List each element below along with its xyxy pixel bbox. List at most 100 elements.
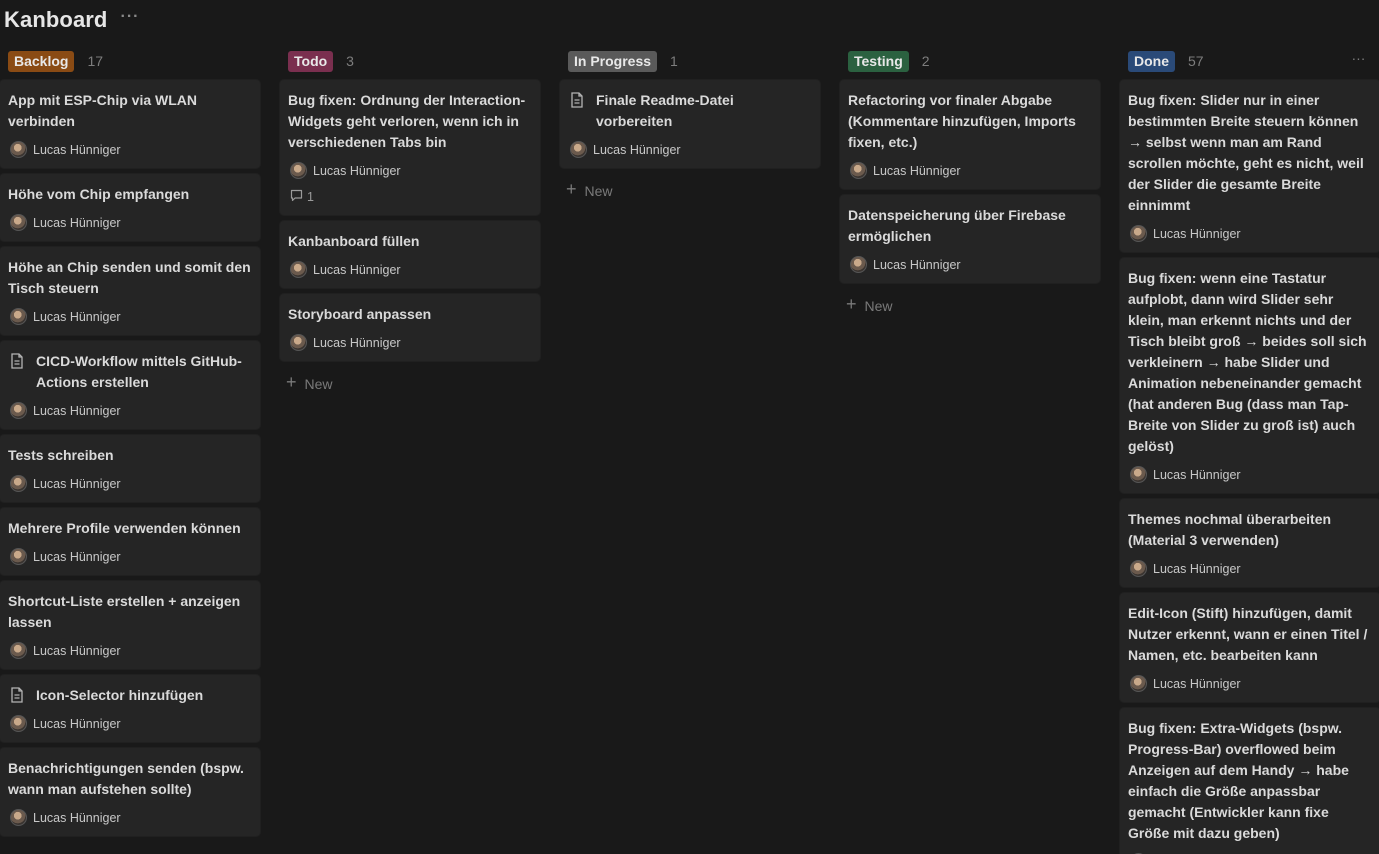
kanban-card[interactable]: Storyboard anpassen Lucas Hünniger (280, 294, 540, 361)
column-status-tag[interactable]: In Progress (568, 50, 658, 72)
assignee-name: Lucas Hünniger (593, 142, 681, 157)
card-title-row: Höhe vom Chip empfangen (8, 184, 252, 205)
card-assignee: Lucas Hünniger (8, 308, 252, 325)
kanban-card[interactable]: CICD-Workflow mittels GitHub-Actions ers… (0, 341, 260, 429)
avatar (10, 548, 27, 565)
kanban-card[interactable]: Höhe vom Chip empfangen Lucas Hünniger (0, 174, 260, 241)
assignee-name: Lucas Hünniger (33, 643, 121, 658)
kanban-card[interactable]: Refactoring vor finaler Abgabe (Kommenta… (840, 80, 1100, 189)
plus-icon: + (566, 179, 577, 199)
assignee-name: Lucas Hünniger (873, 163, 961, 178)
kanban-board: Backlog 17 App mit ESP-Chip via WLAN verbi… (0, 50, 1379, 854)
avatar (10, 475, 27, 492)
kanban-card[interactable]: Themes nochmal überarbeiten (Material 3 … (1120, 499, 1379, 587)
kanban-card[interactable]: Icon-Selector hinzufügen Lucas Hünniger (0, 675, 260, 742)
kanban-card[interactable]: App mit ESP-Chip via WLAN verbinden Lucas… (0, 80, 260, 168)
card-title-row: CICD-Workflow mittels GitHub-Actions ers… (8, 351, 252, 393)
card-title: Bug fixen: wenn eine Tastatur aufplobt, … (1128, 270, 1367, 454)
card-assignee: Lucas Hünniger (8, 642, 252, 659)
card-title-row: Kanbanboard füllen (288, 231, 532, 252)
kanban-card[interactable]: Bug fixen: Slider nur in einer bestimmte… (1120, 80, 1379, 252)
more-horizontal-icon[interactable]: ··· (1351, 50, 1365, 71)
comment-icon (290, 189, 303, 205)
card-title: Bug fixen: Slider nur in einer bestimmte… (1128, 92, 1364, 213)
avatar (850, 162, 867, 179)
kanban-card[interactable]: Bug fixen: wenn eine Tastatur aufplobt, … (1120, 258, 1379, 493)
assignee-name: Lucas Hünniger (313, 262, 401, 277)
card-title: Tests schreiben (8, 447, 114, 463)
kanban-card[interactable]: Bug fixen: Extra-Widgets (bspw. Progress… (1120, 708, 1379, 854)
kanban-card[interactable]: Datenspeicherung über Firebase ermöglich… (840, 195, 1100, 283)
kanban-card[interactable]: Edit-Icon (Stift) hinzufügen, damit Nutz… (1120, 593, 1379, 702)
column-status-tag[interactable]: Backlog (8, 50, 75, 72)
assignee-name: Lucas Hünniger (33, 215, 121, 230)
avatar (10, 214, 27, 231)
card-title: Höhe vom Chip empfangen (8, 186, 190, 202)
document-icon (10, 687, 24, 703)
card-title-row: Edit-Icon (Stift) hinzufügen, damit Nutz… (1128, 603, 1372, 666)
new-card-button[interactable]: + New (280, 372, 540, 394)
avatar (10, 308, 27, 325)
column-status-tag[interactable]: Testing (848, 50, 909, 72)
assignee-name: Lucas Hünniger (1153, 676, 1241, 691)
assignee-name: Lucas Hünniger (33, 309, 121, 324)
column-count: 17 (87, 53, 104, 69)
avatar (1130, 675, 1147, 692)
card-title-row: Datenspeicherung über Firebase ermöglich… (848, 205, 1092, 247)
avatar (10, 642, 27, 659)
card-title: Icon-Selector hinzufügen (36, 687, 204, 703)
more-horizontal-icon[interactable]: ··· (120, 8, 139, 26)
new-card-button[interactable]: + New (840, 294, 1100, 316)
new-card-button[interactable]: + New (560, 179, 820, 201)
card-assignee: Lucas Hünniger (8, 402, 252, 419)
plus-icon: + (846, 294, 857, 314)
card-comments[interactable]: 1 (288, 189, 532, 205)
card-title-row: Shortcut-Liste erstellen + anzeigen lass… (8, 591, 252, 633)
card-title: Kanbanboard füllen (288, 233, 420, 249)
card-title-row: Themes nochmal überarbeiten (Material 3 … (1128, 509, 1372, 551)
card-assignee: Lucas Hünniger (288, 334, 532, 351)
card-title-row: Refactoring vor finaler Abgabe (Kommenta… (848, 90, 1092, 153)
kanban-card[interactable]: Höhe an Chip senden und somit den Tisch … (0, 247, 260, 335)
column-status-tag[interactable]: Todo (288, 50, 334, 72)
kanban-card[interactable]: Bug fixen: Ordnung der Interaction-Widge… (280, 80, 540, 215)
kanban-card[interactable]: Shortcut-Liste erstellen + anzeigen lass… (0, 581, 260, 669)
kanban-card[interactable]: Finale Readme-Datei vorbereiten Lucas Hün… (560, 80, 820, 168)
card-title-row: Bug fixen: Ordnung der Interaction-Widge… (288, 90, 532, 153)
card-assignee: Lucas Hünniger (288, 162, 532, 179)
kanban-card[interactable]: Benachrichtigungen senden (bspw. wann ma… (0, 748, 260, 836)
card-title: Mehrere Profile verwenden können (8, 520, 241, 536)
avatar (850, 256, 867, 273)
card-title-row: Bug fixen: Extra-Widgets (bspw. Progress… (1128, 718, 1372, 844)
card-title-row: Mehrere Profile verwenden können (8, 518, 252, 539)
avatar (10, 715, 27, 732)
kanban-card[interactable]: Tests schreiben Lucas Hünniger (0, 435, 260, 502)
card-list: Bug fixen: Ordnung der Interaction-Widge… (280, 80, 540, 361)
card-title-row: Bug fixen: Slider nur in einer bestimmte… (1128, 90, 1372, 216)
column-header: In Progress 1 (560, 50, 820, 72)
card-assignee: Lucas Hünniger (8, 214, 252, 231)
document-icon (10, 353, 24, 369)
avatar (10, 809, 27, 826)
column-inprogress: In Progress 1 Finale Readme-Datei vorberei… (560, 50, 820, 201)
card-title: Themes nochmal überarbeiten (Material 3 … (1128, 511, 1332, 548)
kanban-card[interactable]: Mehrere Profile verwenden können Lucas Hü… (0, 508, 260, 575)
card-title-row: Tests schreiben (8, 445, 252, 466)
card-title-row: Storyboard anpassen (288, 304, 532, 325)
column-status-tag[interactable]: Done (1128, 50, 1175, 72)
plus-icon: + (286, 372, 297, 392)
column-todo: Todo 3 Bug fixen: Ordnung der Interaction-… (280, 50, 540, 394)
avatar (1130, 560, 1147, 577)
column-header: Done 57 ···+ (1120, 50, 1379, 72)
card-title: Storyboard anpassen (288, 306, 432, 322)
card-list: Bug fixen: Slider nur in einer bestimmte… (1120, 80, 1379, 854)
card-assignee: Lucas Hünniger (8, 715, 252, 732)
kanban-card[interactable]: Kanbanboard füllen Lucas Hünniger (280, 221, 540, 288)
card-title: CICD-Workflow mittels GitHub-Actions ers… (36, 353, 242, 390)
column-count: 2 (921, 53, 930, 69)
new-card-label: New (584, 182, 613, 199)
assignee-name: Lucas Hünniger (1153, 226, 1241, 241)
card-assignee: Lucas Hünniger (8, 475, 252, 492)
assignee-name: Lucas Hünniger (1153, 561, 1241, 576)
assignee-name: Lucas Hünniger (33, 403, 121, 418)
